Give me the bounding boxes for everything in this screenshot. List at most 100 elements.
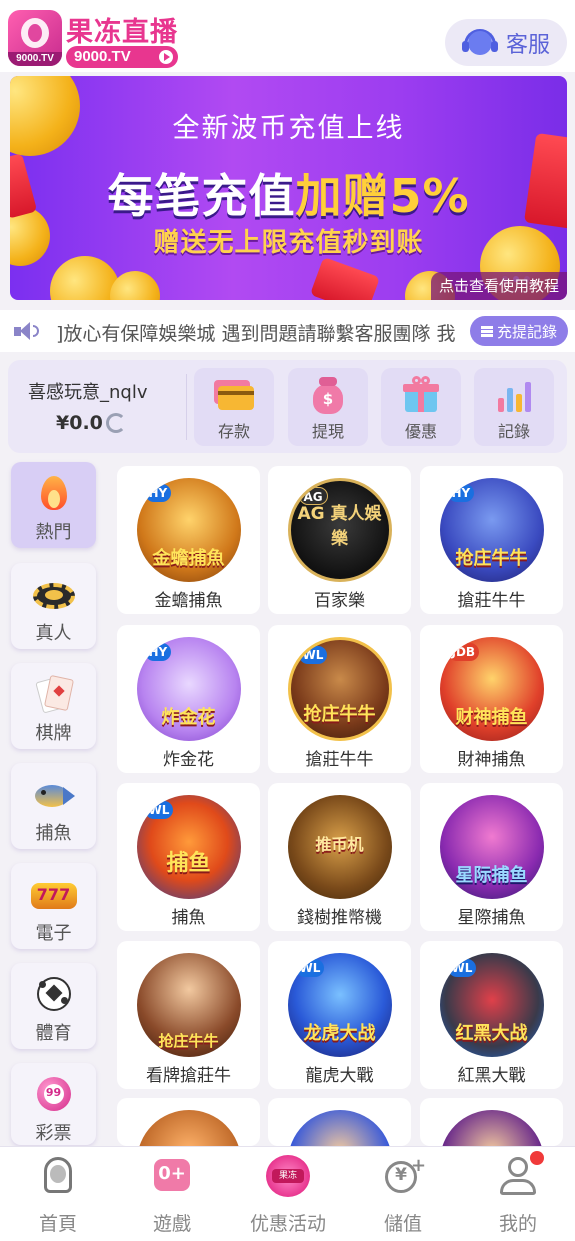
provider-badge: JDB [447,643,480,661]
provider-badge: WL [298,646,328,664]
transaction-record-label: 充提記錄 [496,322,557,341]
category-sports[interactable]: 體育 [11,963,96,1049]
app-title: 果冻直播 [66,17,178,48]
category-label: 電子 [35,923,72,944]
announcement-text[interactable]: ]放心有保障娛樂城 遇到問題請聯繫客服團隊 我 [56,319,466,346]
nav-label: 儲值 [383,1213,422,1235]
game-card-partial[interactable] [268,1098,411,1146]
promo-logo-icon: 果冻 [266,1155,310,1197]
speaker-icon [14,320,40,342]
withdraw-button[interactable]: $ 提現 [288,368,368,446]
announcement-bar: ]放心有保障娛樂城 遇到問題請聯繫客服團隊 我 充提記錄 [0,310,575,352]
soccer-ball-icon [31,973,77,1015]
shark-icon [31,773,77,815]
category-slots[interactable]: 777 電子 [11,863,96,949]
game-art: HY 金蟾捕魚 [136,478,241,582]
withdraw-bag-icon: $ [306,374,350,414]
user-icon [496,1151,544,1197]
nav-home[interactable]: 首頁 [8,1155,108,1236]
game-card-partial[interactable] [420,1098,563,1146]
category-fishing[interactable]: 捕魚 [11,763,96,849]
game-card[interactable]: HY 金蟾捕魚 金蟾捕魚 [117,466,260,614]
game-art: WL 红黑大战 [439,953,544,1057]
game-card[interactable]: HY 炸金花 炸金花 [117,625,260,773]
playing-card-icon [31,673,77,715]
provider-badge: HY [144,484,172,502]
category-board[interactable]: 棋牌 [11,663,96,749]
slot-777-icon: 777 [30,873,77,915]
deposit-button[interactable]: 存款 [194,368,274,446]
withdraw-label: 提現 [311,422,344,441]
game-art [136,1110,241,1146]
game-name: 星際捕魚 [457,908,526,928]
banner-headline: 全新波币充值上线 [172,113,405,144]
banner-tutorial-link[interactable]: 点击查看使用教程 [430,272,567,300]
game-name: 搶莊牛牛 [457,591,526,611]
refresh-icon[interactable] [106,413,126,433]
nav-promotions[interactable]: 果冻 优惠活动 [238,1155,338,1236]
game-art: HY 炸金花 [136,637,241,741]
game-art: HY 抢庄牛牛 [439,478,544,582]
game-name: 捕魚 [171,908,206,928]
nav-deposit[interactable]: ¥ + 儲值 [353,1155,453,1236]
category-label: 體育 [35,1023,72,1044]
game-card[interactable]: 抢庄牛牛 看牌搶莊牛 [117,941,260,1089]
game-art: 星际捕鱼 [439,795,544,899]
headset-icon [461,27,498,59]
nav-label: 首頁 [38,1213,77,1235]
game-card[interactable]: 星际捕鱼 星際捕魚 [420,783,563,931]
game-name: 紅黑大戰 [457,1066,526,1086]
game-card[interactable]: JDB 财神捕鱼 財神捕魚 [420,625,563,773]
app-header: 9000.TV 果冻直播 9000.TV 客服 [0,0,575,72]
records-button[interactable]: 記錄 [474,368,554,446]
transaction-record-button[interactable]: 充提記錄 [470,316,568,346]
game-name: 炸金花 [163,750,214,770]
game-name: 看牌搶莊牛 [146,1066,231,1086]
nav-games[interactable]: 0+ 遊戲 [122,1155,222,1236]
game-card[interactable]: HY 抢庄牛牛 搶莊牛牛 [420,466,563,614]
bar-chart-icon [492,374,536,414]
banner-main-text-a: 每笔充值 [107,169,296,223]
category-label: 棋牌 [35,723,72,744]
game-card[interactable]: WL 抢庄牛牛 搶莊牛牛 [268,625,411,773]
bottom-navigation: 首頁 0+ 遊戲 果冻 优惠活动 ¥ + 儲值 我的 [0,1146,575,1241]
banner-main-text: 每笔充值加赠5% [10,160,567,226]
gamepad-icon: 0+ [150,1155,194,1197]
game-card[interactable]: AG AG 真人娛樂 百家樂 [268,466,411,614]
balance-amount: ¥0.0 [56,412,103,434]
game-card-partial[interactable] [117,1098,260,1146]
category-lottery[interactable]: 99 彩票 [11,1063,96,1145]
game-art: WL 抢庄牛牛 [287,637,392,741]
lottery-ball-icon: 99 [31,1073,77,1115]
logo-tag: 9000.TV [8,52,62,66]
game-art [439,1110,544,1146]
game-art: JDB 财神捕鱼 [439,637,544,741]
category-live[interactable]: 真人 [11,563,96,649]
promotion-label: 優惠 [404,422,437,441]
banner-subtext: 赠送无上限充值秒到账 [153,228,424,258]
customer-service-button[interactable]: 客服 [445,19,567,66]
promotion-button[interactable]: 優惠 [381,368,461,446]
game-card[interactable]: WL 捕鱼 捕魚 [117,783,260,931]
banner-main-text-b: 加赠5% [295,169,470,223]
category-hot[interactable]: 熱門 [11,462,96,548]
game-art-title: 抢庄牛牛 [455,548,528,569]
game-art-title: 炸金花 [161,707,216,728]
app-logo-icon[interactable]: 9000.TV [8,10,62,66]
game-art: AG AG 真人娛樂 [287,478,392,582]
customer-service-label: 客服 [505,32,550,58]
provider-badge: WL [447,959,477,977]
deposit-card-icon [212,374,256,414]
game-art-title: AG 真人娛樂 [297,504,382,549]
game-name: 百家樂 [314,591,365,611]
username: 喜感玩意_nqlv [28,382,148,403]
game-card[interactable]: WL 龙虎大战 龍虎大戰 [268,941,411,1089]
game-card[interactable]: WL 红黑大战 紅黑大戰 [420,941,563,1089]
promo-banner[interactable]: 全新波币充值上线 每笔充值加赠5% 赠送无上限充值秒到账 点击查看使用教程 [10,76,567,300]
provider-badge: HY [447,484,475,502]
play-icon [159,50,173,64]
nav-label: 我的 [498,1213,537,1235]
game-card[interactable]: 推币机 錢樹推幣機 [268,783,411,931]
game-name: 龍虎大戰 [305,1066,374,1086]
nav-profile[interactable]: 我的 [468,1151,568,1236]
